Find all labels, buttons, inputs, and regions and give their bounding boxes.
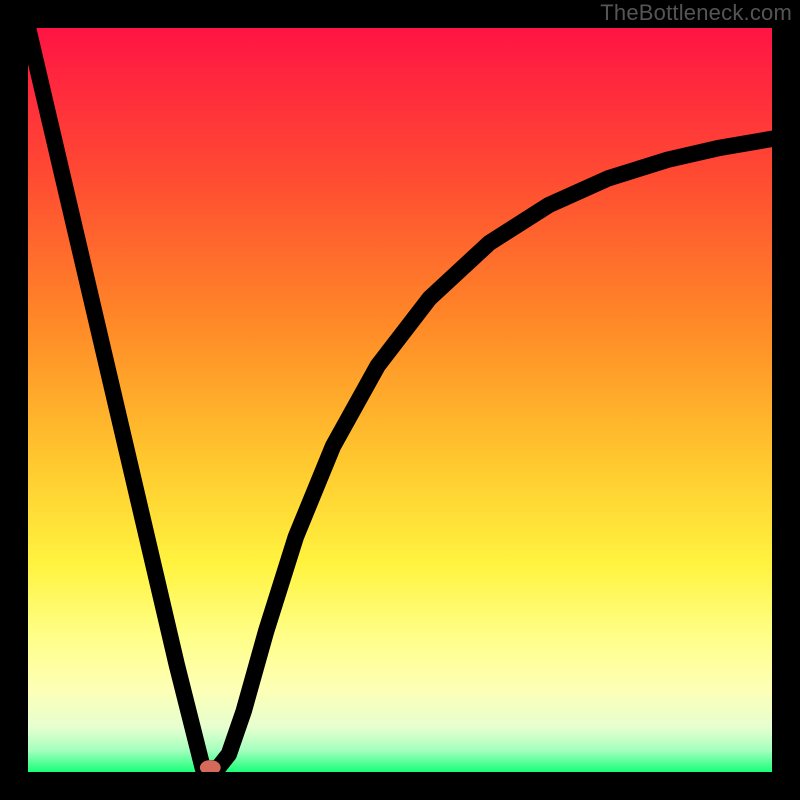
chart-svg [28,28,772,772]
plot-area [28,28,772,772]
chart-frame: TheBottleneck.com [0,0,800,800]
gradient-background [28,28,772,772]
watermark-text: TheBottleneck.com [600,0,792,26]
